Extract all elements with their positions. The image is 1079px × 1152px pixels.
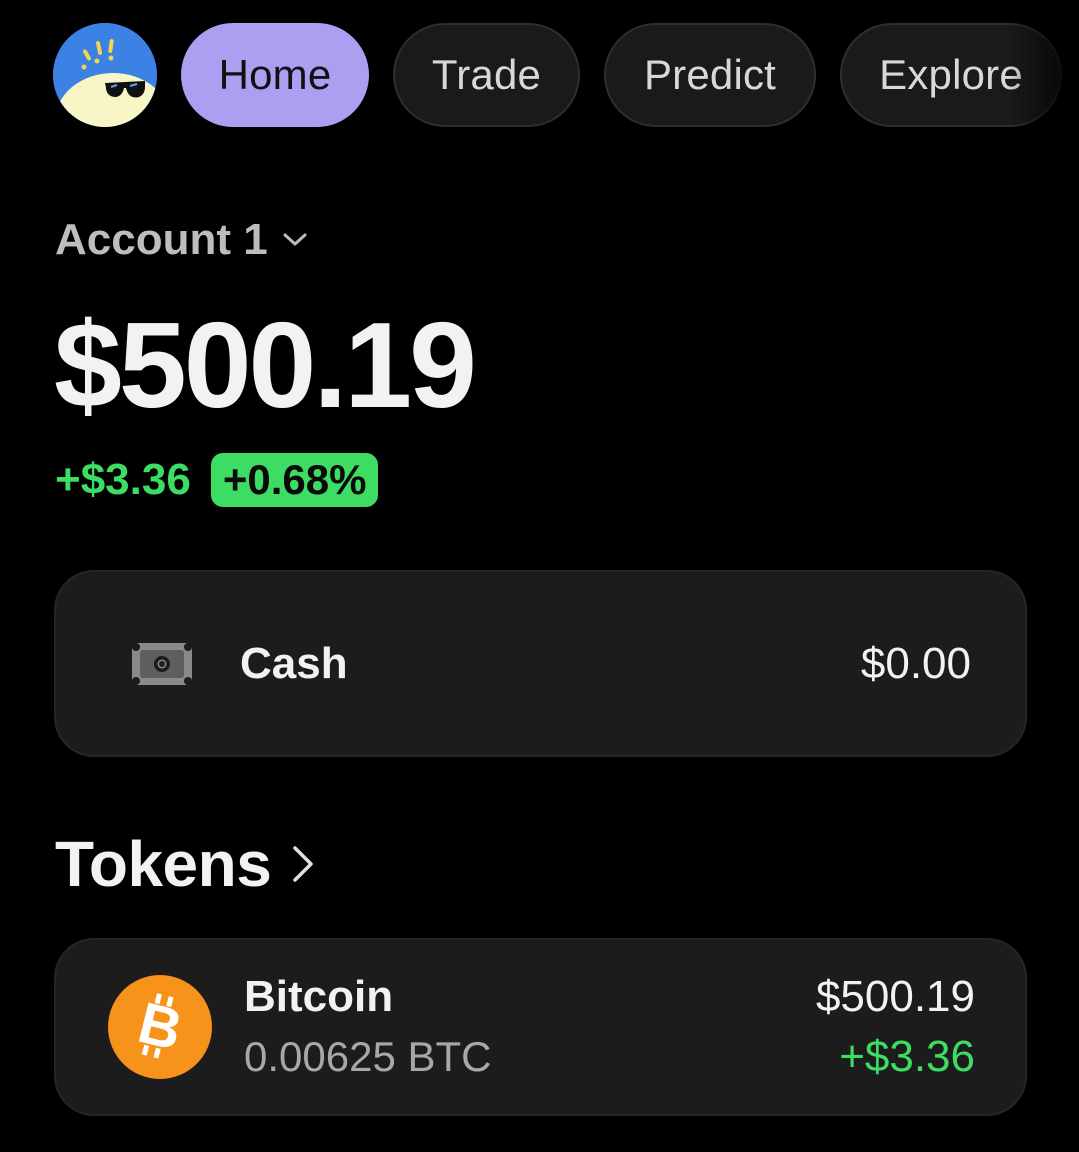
tab-predict[interactable]: Predict xyxy=(604,23,816,127)
balance-change: +$3.36 +0.68% xyxy=(55,452,379,508)
token-name: Bitcoin xyxy=(244,972,394,1021)
cool-bird-avatar-icon xyxy=(53,23,157,127)
cash-label: Cash xyxy=(240,638,348,688)
bitcoin-icon: B xyxy=(108,975,212,1079)
cash-value: $0.00 xyxy=(860,638,971,688)
chevron-down-icon xyxy=(282,232,308,248)
account-selector[interactable]: Account 1 xyxy=(55,214,308,266)
token-info: Bitcoin 0.00625 BTC xyxy=(244,972,492,1082)
tab-explore[interactable]: Explore xyxy=(840,23,1062,127)
account-name: Account 1 xyxy=(55,215,268,264)
total-balance: $500.19 xyxy=(54,297,477,433)
tab-home[interactable]: Home xyxy=(181,23,369,127)
change-percent-badge: +0.68% xyxy=(210,453,379,507)
token-value: $500.19 xyxy=(815,972,975,1021)
avatar[interactable] xyxy=(53,23,157,127)
token-change: +$3.36 xyxy=(839,1032,975,1081)
tab-trade[interactable]: Trade xyxy=(393,23,580,127)
tokens-title: Tokens xyxy=(55,828,272,900)
token-values: $500.19 +$3.36 xyxy=(816,972,975,1082)
cash-icon xyxy=(130,641,194,687)
change-amount: +$3.36 xyxy=(55,455,191,504)
wallet-home-screen: Home Trade Predict Explore Account 1 $50… xyxy=(0,0,1079,1152)
top-nav: Home Trade Predict Explore xyxy=(53,22,1079,128)
token-row-bitcoin[interactable]: B Bitcoin 0.00625 BTC $500.19 +$3.36 xyxy=(54,938,1027,1116)
cash-card[interactable]: Cash $0.00 xyxy=(54,570,1027,757)
chevron-right-icon xyxy=(291,844,315,884)
tokens-header[interactable]: Tokens xyxy=(55,828,315,900)
token-amount: 0.00625 BTC xyxy=(244,1033,492,1080)
